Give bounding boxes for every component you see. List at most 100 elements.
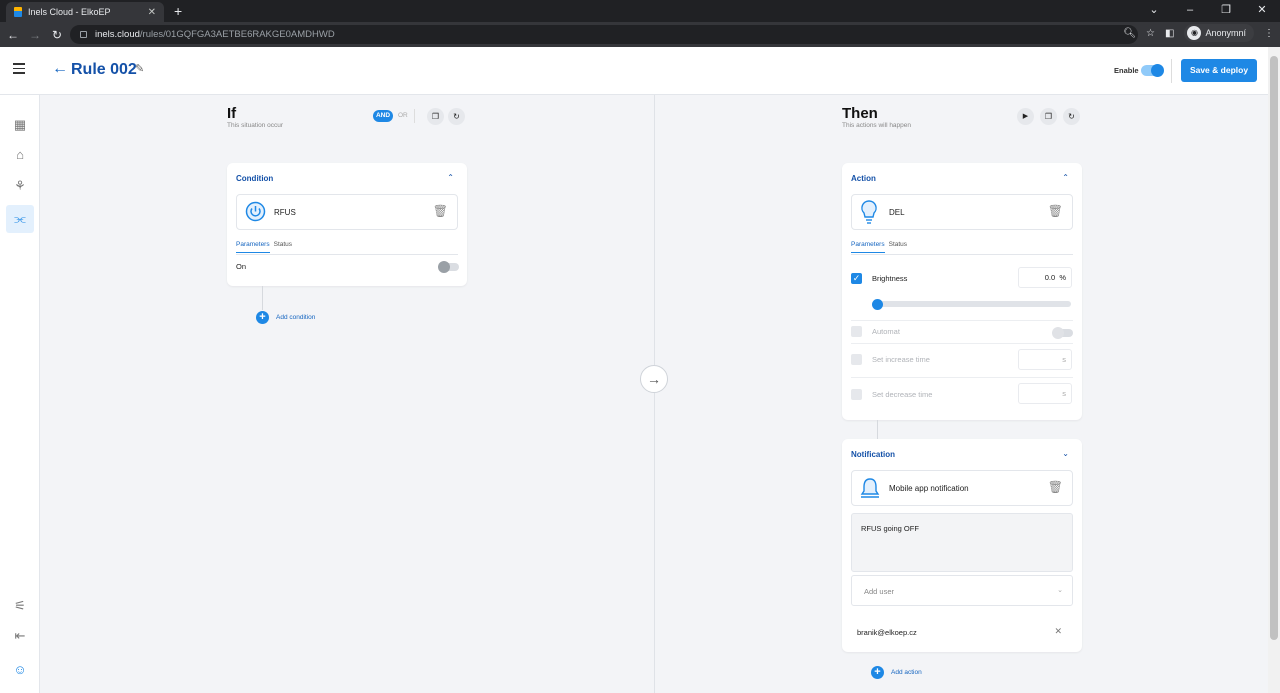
sofa-icon[interactable]: ⌂: [6, 141, 34, 169]
lock-icon: [80, 31, 87, 38]
flow-arrow-icon: →: [640, 365, 668, 393]
browser-tab[interactable]: Inels Cloud - ElkoEP ✕: [6, 2, 164, 22]
user-email: branik@elkoep.cz: [857, 628, 917, 637]
condition-tabs: Parameters Status: [236, 241, 292, 253]
restore-icon[interactable]: ❐: [1208, 0, 1244, 22]
action-device[interactable]: DEL 🗑︎: [851, 194, 1073, 230]
devices-icon[interactable]: ⚘: [6, 172, 34, 200]
automat-label: Automat: [872, 327, 900, 336]
tab-close-icon[interactable]: ✕: [148, 7, 156, 18]
address-bar[interactable]: inels.cloud/rules/01GQFGA3AETBE6RAKGE0AM…: [70, 25, 1138, 44]
delete-condition-icon[interactable]: 🗑︎: [433, 204, 448, 218]
param-on-toggle[interactable]: [438, 261, 459, 273]
incognito-icon: ◉: [1187, 26, 1202, 40]
play-icon[interactable]: ▶: [1017, 108, 1034, 125]
action-card-title: Action: [851, 174, 876, 183]
user-icon[interactable]: ☺: [6, 656, 34, 684]
brightness-slider[interactable]: [874, 301, 1071, 307]
notification-message: RFUS going OFF: [861, 524, 919, 533]
back-nav-icon[interactable]: ←: [4, 28, 22, 42]
increase-time-unit: s: [1062, 355, 1066, 364]
param-on-label: On: [236, 262, 247, 271]
add-user-placeholder: Add user: [864, 587, 895, 596]
edit-title-icon[interactable]: ✎: [135, 62, 144, 75]
condition-device-name: RFUS: [274, 208, 296, 217]
tab-status[interactable]: Status: [889, 241, 907, 248]
tab-search-icon[interactable]: ⌄: [1136, 0, 1172, 22]
reload-icon[interactable]: ↻: [48, 28, 66, 42]
refresh-icon[interactable]: ↻: [1063, 108, 1080, 125]
browser-menu-icon[interactable]: ⋮: [1264, 28, 1274, 39]
scrollbar-thumb[interactable]: [1270, 56, 1278, 640]
back-arrow-icon[interactable]: ←: [52, 60, 68, 78]
tabs-divider: [851, 254, 1073, 255]
bell-icon: [860, 478, 880, 498]
notification-type-label: Mobile app notification: [889, 484, 969, 493]
page-title: Rule 002: [71, 61, 137, 78]
delete-action-icon[interactable]: 🗑︎: [1048, 204, 1063, 218]
decrease-time-checkbox[interactable]: [851, 389, 862, 400]
remove-user-icon[interactable]: ✕: [1054, 626, 1062, 637]
logout-icon[interactable]: ⇤: [6, 622, 34, 650]
browser-tab-title: Inels Cloud - ElkoEP: [28, 7, 111, 17]
enable-label: Enable: [1114, 66, 1139, 75]
copy-icon[interactable]: ❐: [1040, 108, 1057, 125]
brightness-unit: %: [1059, 273, 1066, 282]
add-condition-button[interactable]: Add condition: [276, 314, 315, 321]
new-tab-icon[interactable]: +: [174, 3, 182, 19]
if-title: If: [227, 105, 237, 122]
expand-chevron-icon[interactable]: ⌄: [1062, 449, 1069, 458]
and-toggle[interactable]: AND: [373, 110, 393, 122]
tab-status[interactable]: Status: [274, 241, 292, 248]
brightness-input[interactable]: 0.0 %: [1018, 267, 1072, 288]
forward-nav-icon[interactable]: →: [26, 28, 44, 42]
increase-time-checkbox[interactable]: [851, 354, 862, 365]
rules-icon[interactable]: ⫘: [6, 205, 34, 233]
tab-parameters[interactable]: Parameters: [236, 241, 270, 253]
or-toggle[interactable]: OR: [398, 112, 408, 119]
increase-time-input[interactable]: s: [1018, 349, 1072, 370]
url-path: /rules/01GQFGA3AETBE6RAKGE0AMDHWD: [139, 29, 335, 40]
header-divider: [1171, 59, 1172, 83]
bulb-icon: [861, 200, 877, 224]
add-user-select[interactable]: Add user ⌄: [851, 575, 1073, 606]
then-title: Then: [842, 105, 878, 122]
chevron-down-icon: ⌄: [1057, 587, 1063, 594]
condition-device[interactable]: RFUS 🗑︎: [236, 194, 458, 230]
profile-button[interactable]: ◉ Anonymní: [1184, 24, 1254, 42]
delete-notification-icon[interactable]: 🗑︎: [1048, 480, 1063, 494]
decrease-time-input[interactable]: s: [1018, 383, 1072, 404]
row-divider: [851, 320, 1073, 321]
copy-icon[interactable]: ❐: [427, 108, 444, 125]
power-icon: [245, 201, 266, 222]
minimize-icon[interactable]: –: [1172, 0, 1208, 22]
collapse-chevron-icon[interactable]: ⌃: [1062, 173, 1069, 182]
browser-toolbar: ← → ↻ inels.cloud/rules/01GQFGA3AETBE6RA…: [0, 22, 1280, 47]
automat-checkbox[interactable]: [851, 326, 862, 337]
notification-card-title: Notification: [851, 450, 895, 459]
notification-message-field[interactable]: RFUS going OFF: [851, 513, 1073, 572]
add-condition-icon[interactable]: +: [256, 311, 269, 324]
sidebar: ▦ ⌂ ⚘ ⫘ ⚟ ⇤ ☺: [0, 95, 40, 693]
save-deploy-button[interactable]: Save & deploy: [1181, 59, 1257, 82]
brightness-checkbox[interactable]: ✓: [851, 273, 862, 284]
menu-icon[interactable]: [13, 63, 25, 74]
enable-toggle[interactable]: [1141, 64, 1164, 77]
notification-type[interactable]: Mobile app notification 🗑︎: [851, 470, 1073, 506]
zoom-icon[interactable]: 🔍︎: [1123, 28, 1136, 39]
dashboard-icon[interactable]: ▦: [6, 111, 34, 139]
bookmark-star-icon[interactable]: ☆: [1146, 28, 1155, 39]
add-action-icon[interactable]: +: [871, 666, 884, 679]
collapse-chevron-icon[interactable]: ⌃: [447, 173, 454, 182]
automat-toggle[interactable]: [1052, 327, 1073, 339]
add-action-button[interactable]: Add action: [891, 669, 922, 676]
tabs-divider: [236, 254, 458, 255]
browser-tab-bar: Inels Cloud - ElkoEP ✕ + ⌄ – ❐ ✕: [0, 0, 1280, 22]
notification-card: Notification ⌄ Mobile app notification 🗑…: [842, 439, 1082, 652]
refresh-icon[interactable]: ↻: [448, 108, 465, 125]
side-panel-icon[interactable]: ◧: [1165, 28, 1174, 39]
settings-icon[interactable]: ⚟: [6, 592, 34, 620]
window-close-icon[interactable]: ✕: [1244, 0, 1280, 22]
tab-parameters[interactable]: Parameters: [851, 241, 885, 253]
brightness-slider-handle[interactable]: [872, 299, 883, 310]
